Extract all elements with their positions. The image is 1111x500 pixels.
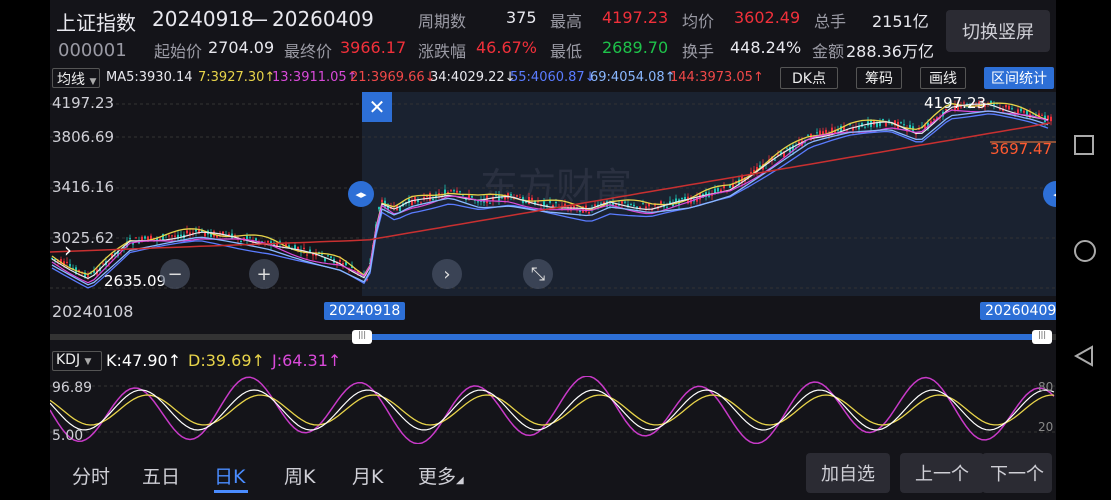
- kdj-k-value: K:47.90↑: [106, 351, 182, 370]
- ma-value-0: MA5:3930.14: [106, 70, 193, 85]
- draw-line-button[interactable]: 画线: [920, 67, 966, 89]
- turnover-label: 换手: [682, 42, 715, 61]
- chevron-down-icon: ▼: [89, 77, 97, 87]
- candlestick-plot: 东方财富: [50, 92, 1056, 296]
- stock-chart-app: 上证指数 20240918 — 20260409 000001 周期数 375 …: [50, 0, 1056, 500]
- kdj-selector-label: KDJ: [56, 352, 81, 368]
- close-range-icon[interactable]: ✕: [362, 92, 392, 122]
- kdj-right-top: 80: [1038, 380, 1054, 394]
- high-label: 最高: [550, 12, 583, 31]
- active-tab-underline: [214, 490, 248, 493]
- dk-point-button[interactable]: DK点: [780, 67, 838, 89]
- range-end-date-box: 20260409: [980, 302, 1056, 320]
- period-tabs: 分时 五日 日K 周K 月K 更多◢ 加自选 上一个 下一个: [50, 448, 1056, 500]
- tab-five-day[interactable]: 五日: [142, 462, 180, 489]
- switch-portrait-button[interactable]: 切换竖屏: [946, 10, 1050, 52]
- zoom-out-icon[interactable]: −: [160, 259, 190, 289]
- ma-selector[interactable]: 均线 ▼: [52, 68, 100, 88]
- y-label-1: 3806.69: [52, 128, 115, 146]
- change-value: 46.67%: [476, 38, 538, 57]
- range-left-handle[interactable]: ◂▸: [348, 181, 374, 207]
- ma-value-2: 13:3911.05↑: [272, 70, 358, 85]
- kdj-plot: [50, 376, 1056, 444]
- next-stock-button[interactable]: 下一个: [982, 453, 1052, 493]
- kdj-d-value: D:39.69↑: [188, 351, 265, 370]
- chevron-right-icon[interactable]: ›: [64, 238, 72, 262]
- tab-intraday[interactable]: 分时: [72, 462, 110, 489]
- slider-right-thumb[interactable]: |||: [1032, 330, 1052, 344]
- ma-value-7: 144:3973.05↑: [670, 70, 764, 85]
- range-dash: —: [248, 7, 268, 31]
- start-date-label: 20240108: [52, 302, 134, 321]
- ma-value-5: 55:4060.87↓: [510, 70, 596, 85]
- right-price-label: 3697.47: [990, 140, 1053, 158]
- tab-daily-k[interactable]: 日K: [214, 462, 245, 489]
- range-start-date: 20240918: [152, 7, 254, 31]
- range-end-date: 20260409: [272, 7, 374, 31]
- periods-value: 375: [506, 8, 537, 27]
- kdj-selector[interactable]: KDJ ▼: [52, 351, 102, 371]
- tab-monthly-k[interactable]: 月K: [352, 462, 383, 489]
- kdj-j-value: J:64.31↑: [272, 351, 342, 370]
- ma-value-4: 34:4029.22↓: [430, 70, 516, 85]
- add-watchlist-button[interactable]: 加自选: [806, 453, 890, 493]
- kdj-chart[interactable]: 96.89 5.00 80 20: [50, 376, 1056, 444]
- end-price-label: 最终价: [284, 42, 333, 61]
- kdj-bar: KDJ ▼ K:47.90↑ D:39.69↑ J:64.31↑: [50, 350, 1056, 372]
- next-arrow-icon[interactable]: ›: [432, 259, 462, 289]
- turnover-value: 448.24%: [730, 38, 802, 57]
- change-label: 涨跌幅: [418, 42, 467, 61]
- prev-stock-button[interactable]: 上一个: [900, 453, 984, 493]
- moving-average-bar: 均线 ▼ MA5:3930.14 7:3927.30↑ 13:3911.05↑ …: [50, 66, 1056, 90]
- tab-more[interactable]: 更多◢: [418, 462, 464, 489]
- recents-nav-icon[interactable]: [1072, 133, 1096, 157]
- tab-weekly-k[interactable]: 周K: [284, 462, 315, 489]
- header: 上证指数 20240918 — 20260409 000001 周期数 375 …: [50, 0, 1056, 64]
- chips-button[interactable]: 筹码: [856, 67, 902, 89]
- start-price-label: 起始价: [154, 42, 203, 61]
- dk-point-label: DK点: [792, 71, 826, 87]
- avg-value: 3602.49: [734, 8, 801, 27]
- tab-more-label: 更多: [418, 466, 457, 488]
- amount-value: 288.36万亿: [846, 42, 934, 61]
- ma-value-3: 21:3969.66↓: [350, 70, 436, 85]
- shrink-icon[interactable]: ⤡: [523, 259, 553, 289]
- slider-left-thumb[interactable]: |||: [352, 330, 372, 344]
- start-price-value: 2704.09: [208, 38, 275, 57]
- low-label: 最低: [550, 42, 583, 61]
- index-code: 000001: [58, 40, 127, 61]
- chevron-down-icon: ▼: [84, 357, 92, 367]
- ma-value-1: 7:3927.30↑: [198, 70, 276, 85]
- y-label-3: 3025.62: [52, 229, 115, 247]
- end-price-value: 3966.17: [340, 38, 407, 57]
- index-name: 上证指数: [56, 11, 136, 35]
- back-nav-icon[interactable]: [1072, 344, 1096, 368]
- corner-arrow-icon: ◢: [456, 475, 464, 486]
- interval-stats-button[interactable]: 区间统计: [984, 67, 1054, 89]
- zoom-in-icon[interactable]: +: [249, 259, 279, 289]
- periods-label: 周期数: [418, 12, 467, 31]
- y-label-4: 2635.09: [104, 272, 167, 290]
- range-start-date-box: 20240918: [324, 302, 406, 320]
- range-slider[interactable]: ||| |||: [50, 330, 1056, 344]
- slider-selected: [362, 334, 1046, 340]
- ma-selector-label: 均线: [57, 72, 85, 88]
- volume-label: 总手: [814, 12, 847, 31]
- low-value: 2689.70: [602, 38, 669, 57]
- y-label-2: 3416.16: [52, 178, 115, 196]
- ma-value-6: 69:4054.08↑: [590, 70, 676, 85]
- price-chart[interactable]: 东方财富 4197.23 3806.69 3416.16 3025.62 263…: [50, 92, 1056, 296]
- kdj-right-bottom: 20: [1038, 420, 1054, 434]
- avg-label: 均价: [682, 12, 715, 31]
- left-black-rail: [0, 0, 50, 500]
- high-value: 4197.23: [602, 8, 669, 27]
- home-nav-icon[interactable]: [1072, 238, 1098, 264]
- volume-value: 2151亿: [872, 12, 929, 31]
- amount-label: 金额: [812, 42, 845, 61]
- kdj-y-bottom: 5.00: [52, 428, 84, 444]
- kdj-y-top: 96.89: [52, 380, 93, 396]
- y-label-0: 4197.23: [52, 94, 115, 112]
- max-price-label: 4197.23: [924, 94, 987, 112]
